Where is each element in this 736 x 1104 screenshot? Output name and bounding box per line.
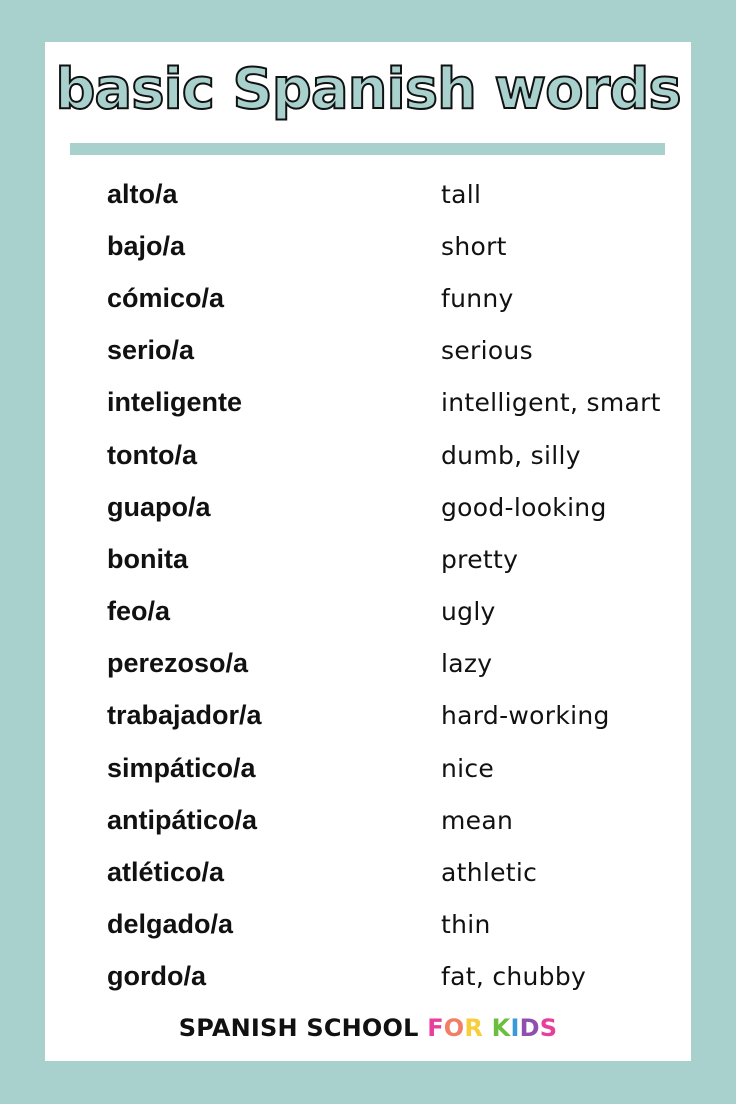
english-translation: ugly bbox=[441, 597, 496, 627]
brand-letter: O bbox=[443, 1014, 465, 1042]
english-translation: dumb, silly bbox=[441, 440, 581, 470]
vocabulary-card: basic Spanish words alto/a tall bajo/a shor… bbox=[45, 42, 691, 1061]
spanish-word: simpático/a bbox=[107, 752, 256, 783]
word-row: simpático/a nice bbox=[107, 742, 691, 794]
brand-letter: K bbox=[491, 1014, 511, 1042]
spanish-word: trabajador/a bbox=[107, 700, 262, 731]
word-row: tonto/a dumb, silly bbox=[107, 429, 691, 481]
spanish-word: inteligente bbox=[107, 387, 243, 418]
english-translation: mean bbox=[441, 805, 514, 835]
spanish-word: delgado/a bbox=[107, 909, 234, 940]
spanish-word: cómico/a bbox=[107, 282, 225, 313]
spanish-word: perezoso/a bbox=[107, 648, 249, 679]
english-translation: tall bbox=[441, 179, 482, 209]
spanish-word: feo/a bbox=[107, 596, 171, 627]
brand-letter: I bbox=[510, 1014, 520, 1042]
brand-letter: S bbox=[539, 1014, 558, 1042]
word-row: inteligente intelligent, smart bbox=[107, 377, 691, 429]
word-row: antipático/a mean bbox=[107, 794, 691, 846]
english-translation: fat, chubby bbox=[441, 962, 587, 992]
word-row: alto/a tall bbox=[107, 168, 691, 220]
english-translation: short bbox=[441, 231, 507, 261]
spanish-word: bajo/a bbox=[107, 230, 186, 261]
title-divider bbox=[70, 143, 665, 155]
spanish-word: tonto/a bbox=[107, 439, 197, 470]
word-row: trabajador/a hard-working bbox=[107, 690, 691, 742]
english-translation: thin bbox=[441, 910, 491, 940]
english-translation: serious bbox=[441, 336, 533, 366]
english-translation: lazy bbox=[441, 649, 493, 679]
word-row: atlético/a athletic bbox=[107, 846, 691, 898]
spanish-word: bonita bbox=[107, 543, 188, 574]
spanish-word: guapo/a bbox=[107, 491, 211, 522]
word-row: cómico/a funny bbox=[107, 272, 691, 324]
word-row: bonita pretty bbox=[107, 533, 691, 585]
brand-name-black: SPANISH SCHOOL bbox=[178, 1014, 428, 1042]
brand-letter: F bbox=[427, 1014, 444, 1042]
english-translation: intelligent, smart bbox=[441, 388, 661, 418]
english-translation: hard-working bbox=[441, 701, 610, 731]
word-row: perezoso/a lazy bbox=[107, 638, 691, 690]
spanish-word: alto/a bbox=[107, 178, 178, 209]
brand-footer: SPANISH SCHOOL FOR KIDS bbox=[45, 1014, 691, 1042]
spanish-word: gordo/a bbox=[107, 961, 206, 992]
word-row: feo/a ugly bbox=[107, 586, 691, 638]
word-row: gordo/a fat, chubby bbox=[107, 951, 691, 1003]
english-translation: pretty bbox=[441, 544, 519, 574]
english-translation: good-looking bbox=[441, 492, 607, 522]
brand-letter bbox=[483, 1014, 492, 1042]
english-translation: funny bbox=[441, 283, 514, 313]
spanish-word: antipático/a bbox=[107, 804, 258, 835]
english-translation: nice bbox=[441, 753, 495, 783]
spanish-word: serio/a bbox=[107, 335, 195, 366]
word-row: bajo/a short bbox=[107, 220, 691, 272]
brand-letter: D bbox=[519, 1014, 540, 1042]
word-row: serio/a serious bbox=[107, 325, 691, 377]
spanish-word: atlético/a bbox=[107, 857, 225, 888]
word-row: delgado/a thin bbox=[107, 899, 691, 951]
word-row: guapo/a good-looking bbox=[107, 481, 691, 533]
word-list: alto/a tall bajo/a short cómico/a funny serio/… bbox=[107, 168, 691, 1003]
page-title: basic Spanish words bbox=[54, 56, 682, 123]
english-translation: athletic bbox=[441, 858, 538, 888]
brand-letter: R bbox=[464, 1014, 484, 1042]
brand-name-colored: FOR KIDS bbox=[427, 1014, 557, 1042]
